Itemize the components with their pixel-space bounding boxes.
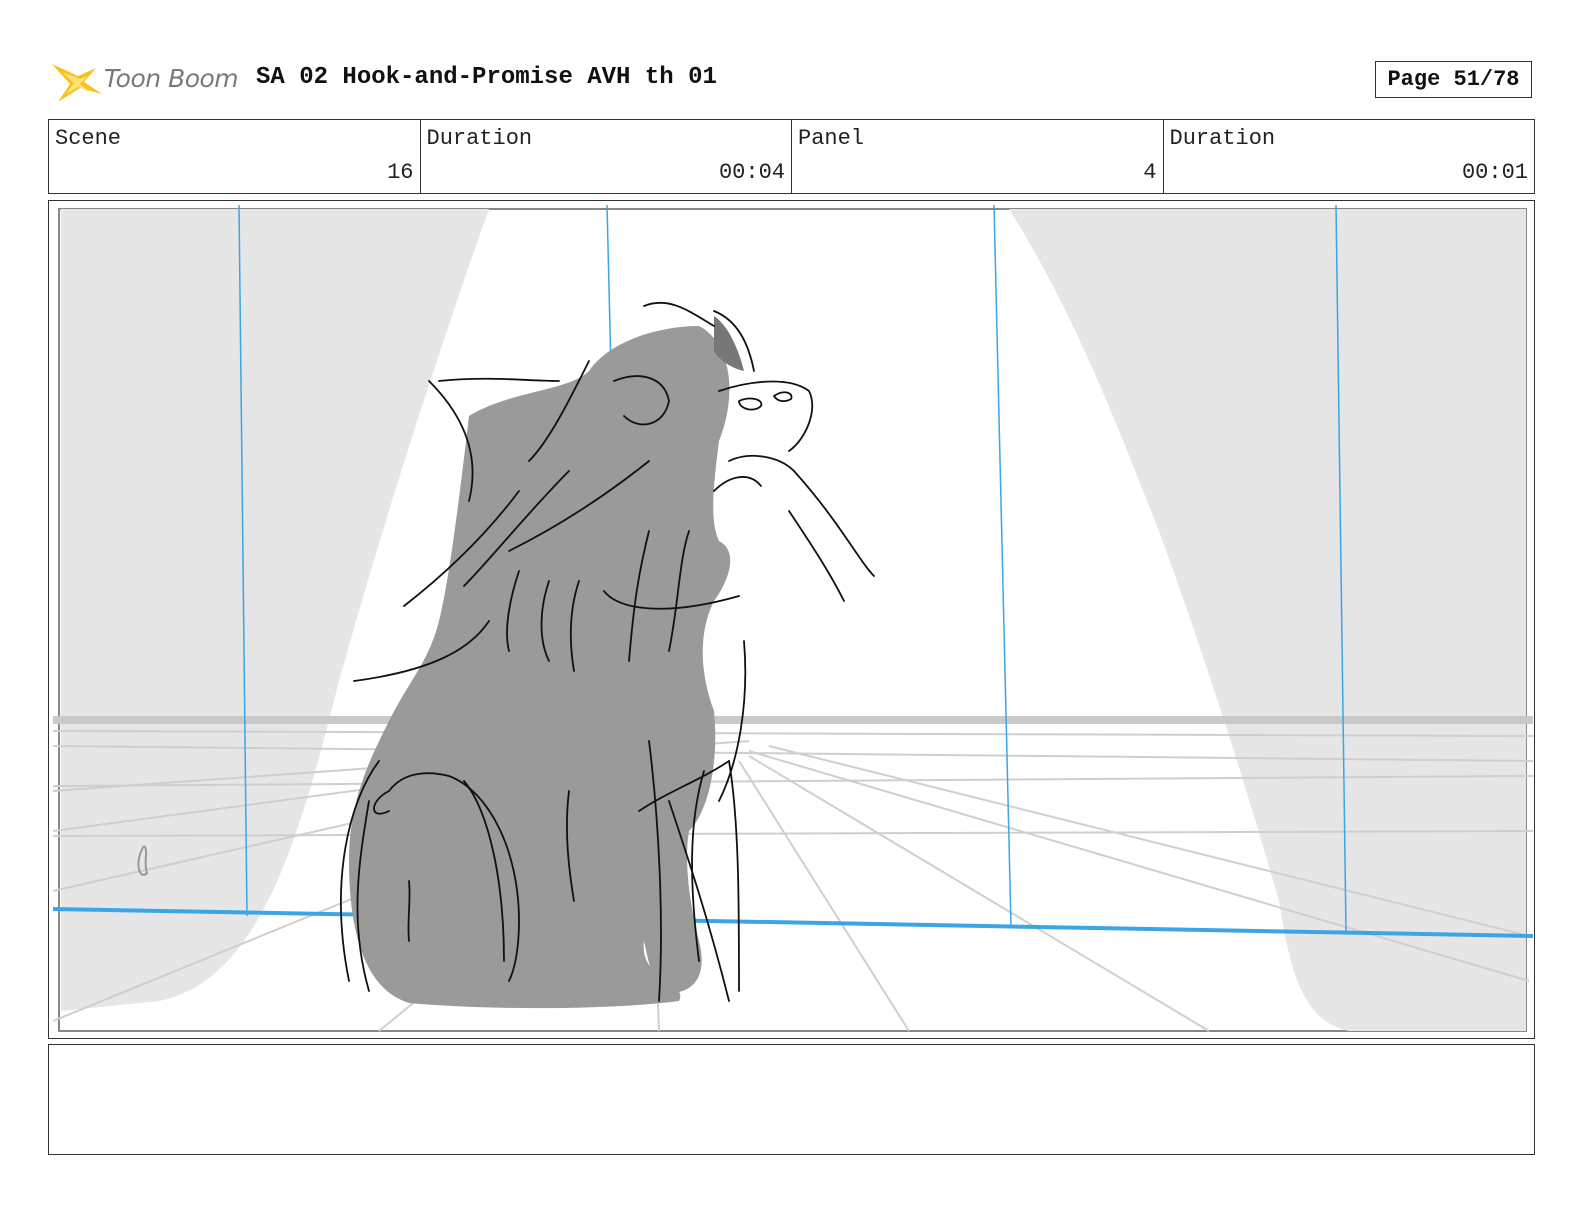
storyboard-sketch — [52, 204, 1534, 1032]
toon-boom-star-logo-icon — [52, 64, 102, 102]
scene-value: 16 — [387, 160, 414, 185]
page-title: SA 02 Hook-and-Promise AVH th 01 — [256, 64, 717, 91]
panel-notes — [48, 1044, 1535, 1155]
panel-label: Panel — [798, 126, 865, 151]
scene-cell: Scene 16 — [49, 120, 421, 193]
scene-info-bar: Scene 16 Duration 00:04 Panel 4 Duration… — [48, 119, 1535, 194]
storyboard-panel — [48, 200, 1535, 1039]
scene-label: Scene — [55, 126, 122, 151]
panel-value: 4 — [1143, 160, 1157, 185]
panel-cell: Panel 4 — [792, 120, 1164, 193]
scene-duration-label: Duration — [426, 126, 533, 151]
panel-duration-label: Duration — [1169, 126, 1276, 151]
page-number: Page 51/78 — [1375, 61, 1532, 98]
panel-duration-cell: Duration 00:01 — [1164, 120, 1535, 193]
scene-duration-value: 00:04 — [718, 160, 785, 185]
logo-text: Toon Boom — [104, 64, 239, 93]
panel-duration-value: 00:01 — [1461, 160, 1528, 185]
scene-duration-cell: Duration 00:04 — [421, 120, 792, 193]
